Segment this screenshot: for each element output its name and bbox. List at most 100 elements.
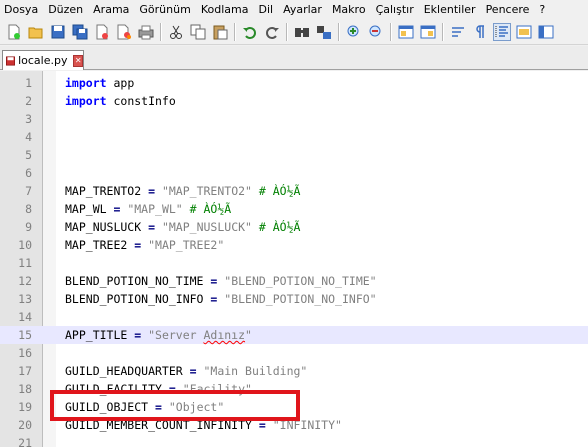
operator: = [141, 184, 162, 198]
code-line[interactable]: 16 [0, 344, 588, 362]
save-icon[interactable] [49, 23, 67, 41]
line-number: 20 [18, 418, 32, 432]
show-all-chars-icon[interactable] [471, 23, 489, 41]
line-number: 12 [18, 274, 32, 288]
sync-vertical-icon[interactable] [397, 23, 415, 41]
code-line[interactable]: 6 [0, 164, 588, 182]
menu-pencere[interactable]: Pencere [481, 0, 535, 19]
code-line[interactable]: 14 [0, 308, 588, 326]
tab-label: locale.py [18, 54, 68, 67]
code-line[interactable]: 7 MAP_TRENTO2 = "MAP_TRENTO2" # ÀÓ½Ã [0, 182, 588, 200]
code-line[interactable]: 5 [0, 146, 588, 164]
menu-gorunum[interactable]: Görünüm [134, 0, 195, 19]
string-literal: "MAP_TRENTO2" [161, 184, 252, 198]
copy-icon[interactable] [189, 23, 207, 41]
line-number: 15 [18, 328, 32, 342]
code-line[interactable]: 3 [0, 110, 588, 128]
line-number: 8 [25, 202, 32, 216]
redo-icon[interactable] [263, 23, 281, 41]
toolbar-separator [390, 22, 392, 41]
code-text: GUILD_MEMBER_COUNT_INFINITY = "INFINITY" [65, 416, 342, 434]
doc-map-icon[interactable] [537, 23, 555, 41]
user-defined-lang-icon[interactable] [515, 23, 533, 41]
code-line[interactable]: 9 MAP_NUSLUCK = "MAP_NUSLUCK" # ÀÓ½Ã [0, 218, 588, 236]
zoom-in-icon[interactable] [345, 23, 363, 41]
identifier: MAP_TRENTO2 [65, 184, 142, 198]
indent-guide-icon[interactable] [493, 22, 511, 41]
operator: = [203, 274, 225, 288]
code-line[interactable]: 17 GUILD_HEADQUARTER = "Main Building" [0, 362, 588, 380]
code-line[interactable]: 21 [0, 434, 588, 447]
code-line[interactable]: 18 GUILD_FACILITY = "Facility" [0, 380, 588, 398]
close-all-icon[interactable] [115, 23, 133, 41]
tab-close-icon[interactable]: ✕ [73, 54, 83, 67]
code-line[interactable]: 15 APP_TITLE = "Server Adınız" [0, 326, 588, 344]
code-editor[interactable]: 1 import app 2 import constInfo 3 4 5 6 7 MAP_TRE… [0, 71, 588, 447]
sync-horizontal-icon[interactable] [419, 23, 437, 41]
toolbar-separator [442, 22, 444, 41]
menu-dil[interactable]: Dil [253, 0, 278, 19]
operator: = [106, 202, 128, 216]
new-file-icon[interactable] [5, 23, 23, 41]
code-text: APP_TITLE = "Server Adınız" [65, 326, 252, 344]
line-number: 18 [18, 382, 32, 396]
operator: = [127, 328, 149, 342]
code-line[interactable]: 4 [0, 128, 588, 146]
operator: = [127, 238, 149, 252]
code-line[interactable]: 1 import app [0, 74, 588, 92]
cut-icon[interactable] [167, 23, 185, 41]
line-number: 16 [18, 346, 32, 360]
zoom-out-icon[interactable] [367, 23, 385, 41]
menu-ayarlar[interactable]: Ayarlar [278, 0, 327, 19]
line-number: 17 [18, 364, 32, 378]
line-number: 5 [25, 148, 32, 162]
spellcheck-word: Adınız [203, 328, 246, 342]
tab-locale-py[interactable]: locale.py ✕ [2, 50, 84, 70]
word-wrap-icon[interactable] [449, 23, 467, 41]
string-literal: "Facility" [182, 382, 252, 396]
open-file-icon[interactable] [27, 23, 45, 41]
file-saved-icon [6, 55, 16, 66]
identifier: GUILD_MEMBER_COUNT_INFINITY [65, 418, 252, 432]
menu-makro[interactable]: Makro [327, 0, 371, 19]
keyword: import [65, 76, 107, 90]
code-text: import constInfo [65, 92, 176, 110]
identifier: GUILD_FACILITY [65, 382, 162, 396]
toolbar-separator [286, 22, 288, 41]
toolbar-separator [234, 22, 236, 41]
line-number: 11 [18, 256, 32, 270]
code-line[interactable]: 10 MAP_TREE2 = "MAP_TREE2" [0, 236, 588, 254]
menu-duzen[interactable]: Düzen [43, 0, 88, 19]
replace-icon[interactable] [315, 23, 333, 41]
code-line[interactable]: 11 [0, 254, 588, 272]
line-number: 10 [18, 238, 32, 252]
code-line[interactable]: 12 BLEND_POTION_NO_TIME = "BLEND_POTION_N… [0, 272, 588, 290]
code-text: BLEND_POTION_NO_TIME = "BLEND_POTION_NO_… [65, 272, 377, 290]
save-all-icon[interactable] [71, 23, 89, 41]
keyword: import [65, 94, 107, 108]
find-icon[interactable] [293, 23, 311, 41]
menu-kodlama[interactable]: Kodlama [196, 0, 254, 19]
string-literal: "BLEND_POTION_NO_INFO" [224, 292, 377, 306]
line-number: 19 [18, 400, 32, 414]
identifier: GUILD_HEADQUARTER [65, 364, 183, 378]
line-number: 9 [25, 220, 32, 234]
close-icon[interactable] [93, 23, 111, 41]
code-line[interactable]: 13 BLEND_POTION_NO_INFO = "BLEND_POTION_N… [0, 290, 588, 308]
menu-calistir[interactable]: Çalıştır [371, 0, 419, 19]
code-line[interactable]: 2 import constInfo [0, 92, 588, 110]
code-text: GUILD_OBJECT = "Object" [65, 398, 224, 416]
menu-arama[interactable]: Arama [88, 0, 134, 19]
code-line[interactable]: 20 GUILD_MEMBER_COUNT_INFINITY = "INFINIT… [0, 416, 588, 434]
paste-icon[interactable] [211, 23, 229, 41]
menu-dosya[interactable]: Dosya [0, 0, 43, 19]
line-number: 21 [18, 436, 32, 447]
menu-eklentiler[interactable]: Eklentiler [419, 0, 481, 19]
code-line[interactable]: 8 MAP_WL = "MAP_WL" # ÀÓ½Ã [0, 200, 588, 218]
menu-help[interactable]: ? [534, 0, 550, 19]
print-icon[interactable] [137, 23, 155, 41]
undo-icon[interactable] [241, 23, 259, 41]
code-line[interactable]: 19 GUILD_OBJECT = "Object" [0, 398, 588, 416]
identifier: GUILD_OBJECT [65, 400, 149, 414]
